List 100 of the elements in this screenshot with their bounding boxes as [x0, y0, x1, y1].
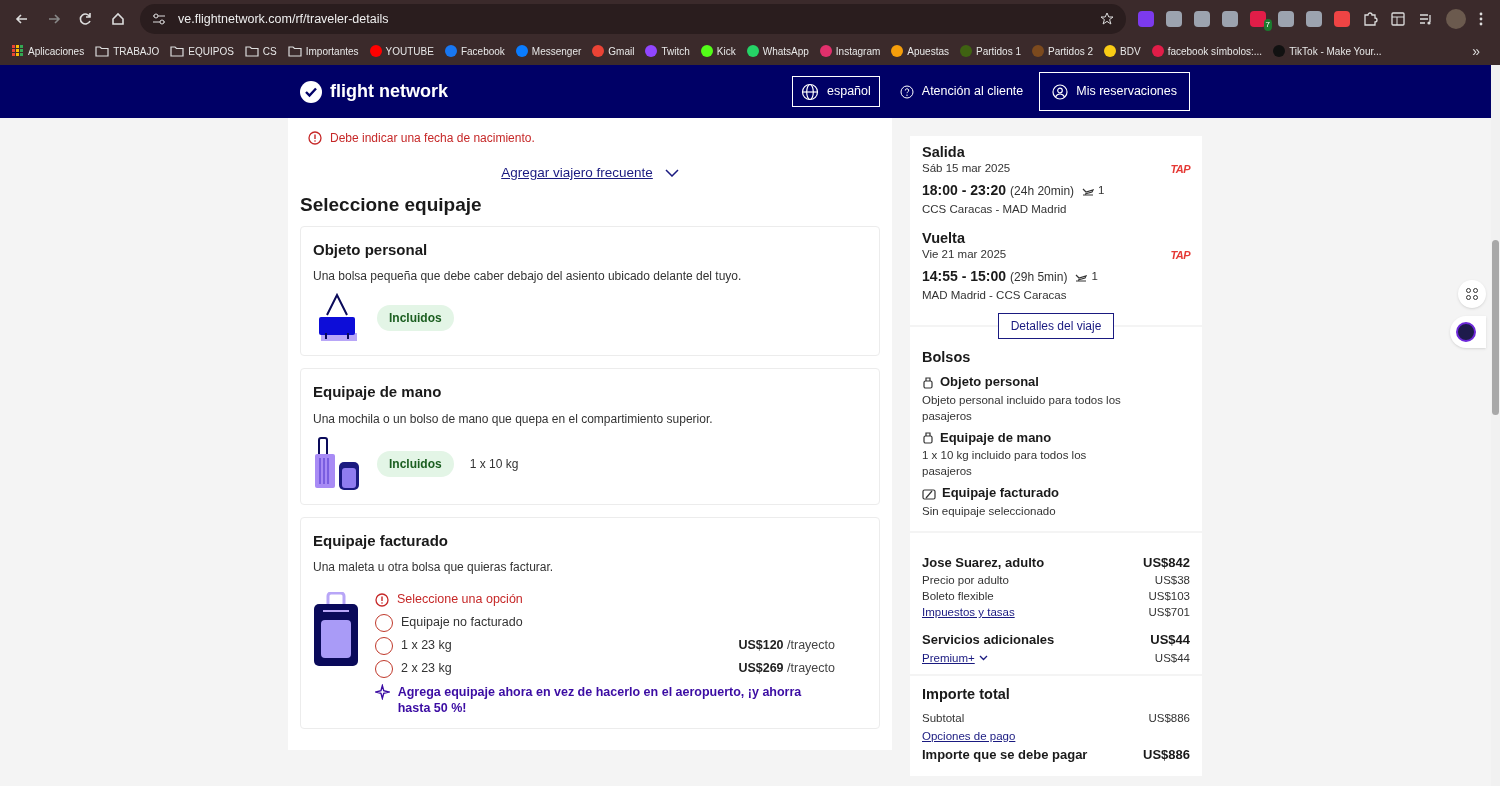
flight-times: 18:00 - 23:20: [922, 181, 1007, 200]
price-group-title: Servicios adicionales: [922, 631, 1055, 650]
price-link[interactable]: Premium+: [922, 649, 975, 666]
bookmark[interactable]: Partidos 1: [956, 39, 1026, 63]
flight-times: 14:55 - 15:00: [922, 267, 1007, 287]
extension-icon[interactable]: [1278, 11, 1294, 27]
suitcase-icon: [922, 486, 936, 500]
price-group-title: Jose Suarez, adulto: [922, 553, 1045, 572]
radio-button[interactable]: [375, 613, 393, 632]
bookmark[interactable]: Instagram: [815, 39, 885, 63]
flight-title: Salida: [922, 144, 966, 160]
card-title: Equipaje de mano: [313, 382, 443, 403]
subtotal-amount: US$886: [1148, 710, 1190, 726]
bookmark[interactable]: Gmail: [588, 39, 639, 63]
suitcase-icon: [313, 592, 359, 669]
payment-options-link[interactable]: Opciones de pago: [922, 727, 1190, 745]
section-title: Seleccione equipaje: [300, 193, 483, 218]
included-badge: Incluidos: [377, 305, 454, 332]
bookmark[interactable]: Kick: [696, 39, 740, 63]
address-bar[interactable]: ve.flightnetwork.com/rf/traveler-details: [140, 4, 1126, 34]
chevron-down-icon[interactable]: [664, 169, 679, 178]
chat-button[interactable]: [1450, 316, 1486, 348]
alert-icon: [308, 131, 322, 145]
trip-details-button[interactable]: Detalles del viaje: [997, 312, 1115, 339]
menu-icon[interactable]: [1478, 11, 1484, 27]
radio-button[interactable]: [375, 636, 393, 655]
help-icon: [899, 84, 914, 99]
error-message: Seleccione una opción: [397, 591, 523, 609]
price-amount: US$103: [1148, 589, 1190, 605]
price-label: Precio por adulto: [922, 573, 1009, 589]
chevron-down-icon[interactable]: [978, 654, 988, 661]
bag-title: Equipaje facturado: [942, 484, 1060, 503]
bookmark[interactable]: Twitch: [641, 39, 694, 63]
bookmark[interactable]: Facebook: [440, 39, 509, 63]
card-description: Una maleta u otra bolsa que quieras facturar.: [313, 559, 555, 577]
flight-title: Vuelta: [922, 230, 966, 247]
extension-badge: 7: [1263, 19, 1272, 31]
handbag-icon: [317, 293, 357, 344]
price-group-total: US$44: [1150, 631, 1190, 650]
bag-description: Sin equipaje seleccionado: [922, 503, 1057, 519]
stops-count: 1: [1098, 182, 1105, 198]
flight-route: MAD Madrid - CCS Caracas: [922, 288, 1068, 304]
bookmark[interactable]: EQUIPOS: [166, 39, 238, 63]
extension-icon[interactable]: [1334, 11, 1350, 27]
bookmark[interactable]: facebook símbolos:...: [1147, 39, 1267, 63]
bookmark[interactable]: YOUTUBE: [365, 39, 438, 63]
option-price: US$120 /trayecto: [738, 637, 836, 655]
bookmark[interactable]: Partidos 2: [1028, 39, 1098, 63]
puzzle-icon[interactable]: [1362, 11, 1378, 27]
logo-icon: [300, 80, 322, 103]
support-link[interactable]: Atención al cliente: [899, 82, 1024, 101]
sparkle-icon: [375, 684, 390, 701]
folder-icon: [170, 45, 185, 57]
error-message: Debe indicar una fecha de nacimiento.: [330, 130, 535, 147]
panel-icon[interactable]: [1390, 11, 1406, 27]
option-price: US$269 /trayecto: [738, 660, 836, 678]
frequent-flyer-link[interactable]: Agregar viajero frecuente: [501, 163, 653, 184]
scrollbar-thumb[interactable]: [1492, 240, 1499, 415]
media-icon[interactable]: [1418, 11, 1434, 27]
bag-title: Equipaje de mano: [940, 428, 1052, 447]
bookmark[interactable]: TRABAJO: [91, 39, 164, 63]
total-title: Importe total: [922, 684, 1011, 704]
star-icon[interactable]: [1100, 12, 1114, 26]
radio-button[interactable]: [375, 659, 393, 678]
language-button[interactable]: español: [792, 76, 880, 107]
extension-icon[interactable]: [1166, 11, 1182, 27]
folder-icon: [95, 45, 110, 57]
bookmark[interactable]: Importantes: [283, 39, 363, 63]
folder-icon: [244, 45, 259, 57]
card-title: Objeto personal: [313, 239, 429, 260]
bookmark[interactable]: BDV: [1100, 39, 1145, 63]
bag-icon: [922, 375, 934, 389]
card-title: Equipaje facturado: [313, 530, 450, 551]
site-settings-icon: [152, 13, 166, 25]
card-description: Una bolsa pequeña que debe caber debajo del asiento ubicado delante del tuyo.: [313, 268, 743, 286]
flight-date: Vie 21 mar 2025: [922, 247, 1007, 263]
bookmark[interactable]: CS: [240, 39, 281, 63]
card-description: Una mochila o un bolso de mano que quepa en el compartimiento superior.: [313, 410, 714, 428]
price-amount: US$701: [1148, 605, 1190, 621]
flight-duration: (24h 20min): [1010, 182, 1075, 200]
price-amount: US$44: [1154, 650, 1190, 666]
folder-icon: [287, 45, 302, 57]
bookmark[interactable]: Messenger: [511, 39, 586, 63]
bookmark[interactable]: Aplicaciones: [8, 39, 89, 63]
extension-icon[interactable]: [1222, 11, 1238, 27]
price-link[interactable]: Impuestos y tasas: [922, 604, 1015, 621]
luggage-icon: [313, 435, 361, 492]
amount-due: US$886: [1143, 745, 1190, 764]
bookmark[interactable]: TikTok - Make Your...: [1269, 39, 1386, 63]
extension-icon[interactable]: [1306, 11, 1322, 27]
flight-date: Sáb 15 mar 2025: [922, 161, 1011, 176]
airline-logo: TAP: [1170, 249, 1190, 262]
bookmark[interactable]: WhatsApp: [742, 39, 813, 63]
bookings-button[interactable]: Mis reservaciones: [1039, 72, 1190, 111]
widget-button[interactable]: [1458, 280, 1486, 308]
bookmark[interactable]: Apuestas: [887, 39, 953, 63]
bag-icon: [922, 431, 934, 444]
allowance-text: 1 x 10 kg: [469, 455, 519, 473]
more-bookmarks[interactable]: »: [1472, 40, 1492, 62]
extension-icon[interactable]: [1194, 11, 1210, 27]
